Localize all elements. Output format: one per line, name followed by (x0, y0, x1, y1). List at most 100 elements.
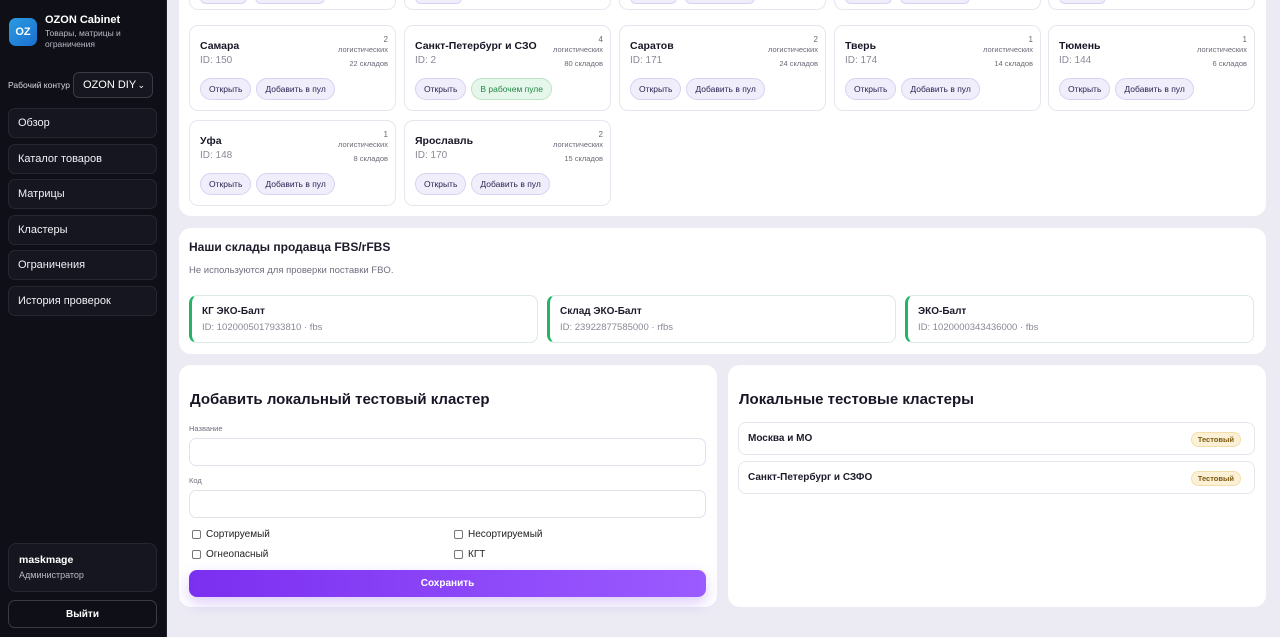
warehouse-card: КГ ЭКО-Балт ID: 1020005017933810 · fbs (189, 295, 538, 343)
user-card: maskmage Администратор (8, 543, 157, 592)
name-label: Название (189, 424, 223, 433)
cluster-card-partial (834, 0, 1041, 10)
user-role: Администратор (19, 570, 84, 580)
nav-item-matrices[interactable]: Матрицы (8, 179, 157, 210)
add-to-pool-button[interactable]: Добавить в пул (471, 173, 550, 195)
cluster-stats: 1 логистических 14 складов (983, 35, 1033, 68)
warehouse-card: ЭКО-Балт ID: 1020000343436000 · fbs (905, 295, 1254, 343)
code-input[interactable] (189, 490, 706, 518)
name-input[interactable] (189, 438, 706, 466)
cluster-id: ID: 144 (1059, 55, 1092, 66)
open-button[interactable]: Открыть (415, 78, 467, 100)
cluster-card: Ярославль ID: 170 2 логистических 15 скл… (404, 120, 611, 206)
open-button[interactable]: Открыть (630, 78, 682, 100)
cluster-stats: 2 логистических 22 складов (338, 35, 388, 68)
warehouse-id: ID: 1020000343436000 · fbs (918, 322, 1039, 333)
cluster-stats: 2 логистических 15 складов (553, 130, 603, 163)
add-to-pool-button[interactable]: Добавить в пул (256, 78, 335, 100)
seller-warehouses-panel: Наши склады продавца FBS/rFBS Не использ… (179, 228, 1266, 354)
nav-item-clusters[interactable]: Кластеры (8, 214, 157, 245)
cluster-name: Уфа (200, 135, 222, 147)
cluster-card-partial (1048, 0, 1255, 10)
cluster-id: ID: 171 (630, 55, 663, 66)
local-cluster-item[interactable]: Санкт-Петербург и СЗФО Тестовый (738, 461, 1255, 494)
test-badge: Тестовый (1190, 432, 1241, 447)
nav-item-restrictions[interactable]: Ограничения (8, 250, 157, 281)
workspace-value: OZON DIY (83, 79, 137, 91)
cluster-card-partial (404, 0, 611, 10)
app-title: OZON Cabinet (45, 14, 121, 26)
save-button[interactable]: Сохранить (189, 570, 706, 597)
open-button[interactable]: Открыть (415, 173, 467, 195)
cluster-card: Тюмень ID: 144 1 логистических 6 складов… (1048, 25, 1255, 111)
cluster-id: ID: 2 (415, 55, 437, 66)
app-subtitle: Товары, матрицы и ограничения (45, 28, 121, 49)
chevron-down-icon: ⌄ (137, 79, 145, 90)
section-title: Наши склады продавца FBS/rFBS (189, 240, 391, 254)
checkbox-icon (454, 530, 463, 539)
cluster-id: ID: 174 (845, 55, 878, 66)
checkbox-icon (454, 550, 463, 559)
cluster-id: ID: 170 (415, 150, 448, 161)
open-button[interactable]: Открыть (1059, 78, 1111, 100)
cluster-name: Ярославль (415, 135, 474, 147)
sidebar: OZ OZON Cabinet Товары, матрицы и ограни… (0, 0, 167, 637)
cluster-name: Самара (200, 40, 240, 52)
section-subtitle: Не используются для проверки поставки FB… (189, 265, 394, 276)
workspace-select[interactable]: OZON DIY ⌄ (73, 72, 153, 98)
warehouse-name: КГ ЭКО-Балт (202, 306, 265, 317)
warehouse-name: Склад ЭКО-Балт (560, 306, 642, 317)
cluster-stats: 1 логистических 8 складов (338, 130, 388, 163)
warehouse-name: ЭКО-Балт (918, 306, 967, 317)
add-to-pool-button[interactable]: Добавить в пул (901, 78, 980, 100)
add-cluster-panel: Добавить локальный тестовый кластер Назв… (179, 365, 717, 607)
list-title: Локальные тестовые кластеры (739, 391, 974, 408)
cluster-name: Саратов (630, 40, 674, 52)
cluster-name: Тюмень (1059, 40, 1101, 52)
cluster-card: Саратов ID: 171 2 логистических 24 склад… (619, 25, 826, 111)
nav-item-overview[interactable]: Обзор (8, 108, 157, 138)
code-label: Код (189, 476, 202, 485)
workspace-label: Рабочий контур (8, 80, 70, 90)
cluster-card: Уфа ID: 148 1 логистических 8 складов От… (189, 120, 396, 206)
local-cluster-name: Москва и МО (748, 433, 813, 444)
open-button[interactable]: Открыть (845, 78, 897, 100)
cluster-card-partial (189, 0, 396, 10)
local-cluster-name: Санкт-Петербург и СЗФО (748, 472, 873, 483)
cluster-name: Тверь (845, 40, 877, 52)
kgt-checkbox[interactable]: КГТ (454, 549, 485, 560)
cluster-stats: 4 логистических 80 складов (553, 35, 603, 68)
sortable-checkbox[interactable]: Сортируемый (192, 529, 270, 540)
cluster-id: ID: 148 (200, 150, 233, 161)
cluster-card: Тверь ID: 174 1 логистических 14 складов… (834, 25, 1041, 111)
warehouse-id: ID: 1020005017933810 · fbs (202, 322, 323, 333)
cluster-card: Санкт-Петербург и СЗО ID: 2 4 логистичес… (404, 25, 611, 111)
add-to-pool-button[interactable]: Добавить в пул (1115, 78, 1194, 100)
flammable-checkbox[interactable]: Огнеопасный (192, 549, 268, 560)
open-button[interactable]: Открыть (200, 78, 252, 100)
test-badge: Тестовый (1190, 471, 1241, 486)
add-to-pool-button[interactable]: Добавить в пул (686, 78, 765, 100)
nonsortable-checkbox[interactable]: Несортируемый (454, 529, 543, 540)
clusters-panel: Самара ID: 150 2 логистических 22 складо… (179, 0, 1266, 216)
user-name: maskmage (19, 554, 74, 566)
warehouse-id: ID: 23922877585000 · rfbs (560, 322, 674, 333)
cluster-stats: 2 логистических 24 складов (768, 35, 818, 68)
workspace-selector: Рабочий контур OZON DIY ⌄ (8, 72, 153, 98)
brand: OZ OZON Cabinet Товары, матрицы и ограни… (9, 14, 145, 50)
nav-item-history[interactable]: История проверок (8, 285, 157, 316)
open-button[interactable]: Открыть (200, 173, 252, 195)
logo-icon: OZ (9, 18, 37, 46)
checkbox-icon (192, 530, 201, 539)
warehouse-card: Склад ЭКО-Балт ID: 23922877585000 · rfbs (547, 295, 896, 343)
local-cluster-item[interactable]: Москва и МО Тестовый (738, 422, 1255, 455)
checkbox-icon (192, 550, 201, 559)
sidebar-nav: Обзор Каталог товаров Матрицы Кластеры О… (8, 108, 157, 322)
cluster-card-partial (619, 0, 826, 10)
cluster-stats: 1 логистических 6 складов (1197, 35, 1247, 68)
nav-item-catalog[interactable]: Каталог товаров (8, 143, 157, 174)
add-to-pool-button[interactable]: Добавить в пул (256, 173, 335, 195)
in-pool-badge[interactable]: В рабочем пуле (471, 78, 552, 100)
logout-button[interactable]: Выйти (8, 600, 157, 628)
cluster-card: Самара ID: 150 2 логистических 22 складо… (189, 25, 396, 111)
